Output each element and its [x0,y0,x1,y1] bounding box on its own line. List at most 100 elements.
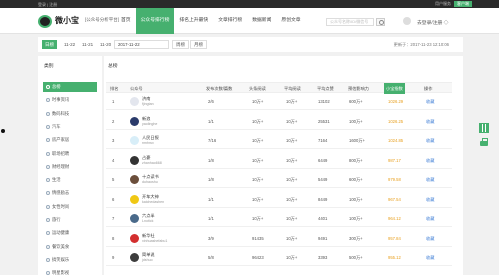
search-icon[interactable] [376,18,385,26]
tab-daily[interactable]: 日榜 [42,40,57,49]
sidebar-item[interactable]: 明星影视 [43,268,97,275]
account-name[interactable]: 简单说 [142,252,155,257]
avg-like-cell: 25531 [318,118,330,124]
sidebar-item[interactable]: 职场招聘 [43,149,97,159]
qrcode-icon[interactable] [479,123,489,133]
sidebar-item-label: 总榜 [52,84,61,89]
week-button[interactable]: 周榜 [172,40,189,49]
favorite-link[interactable]: 收藏 [426,113,434,130]
account-avatar[interactable] [130,175,139,184]
nav-article-rank[interactable]: 文章排行榜 [213,8,247,34]
date-picker[interactable]: 2017-11-22 [114,40,169,49]
favorite-link[interactable]: 收藏 [426,191,434,208]
sidebar-item[interactable]: 餐饮美食 [43,242,97,252]
nav-original[interactable]: 原创文章 [276,8,305,34]
index-cell: 955.12 [388,255,401,260]
account-avatar[interactable] [130,214,139,223]
sidebar-item[interactable]: 总榜 [43,82,97,92]
table-row: 2 1/1 10万+ 10万+ 25531 100万+ 1026.25 收藏 新浪 yaoling… [106,113,452,130]
search-input[interactable]: 公众号名称/ID/微信号 [326,18,374,26]
nav-data-news[interactable]: 数据新闻 [247,8,276,34]
account-avatar[interactable] [130,116,139,126]
tab-date-1122[interactable]: 11-22 [64,40,75,49]
account-id: yaolinghe [142,121,158,126]
reach-cell: 300万+ [349,235,363,241]
sidebar-item[interactable]: 旅行 [43,215,97,225]
account-avatar[interactable] [130,155,139,165]
account-avatar[interactable] [130,233,139,243]
nav-rising[interactable]: 排名上升最快 [174,8,213,34]
account-name[interactable]: 十点读书 [142,174,159,179]
favorite-link[interactable]: 收藏 [426,152,434,169]
favorite-link[interactable]: 收藏 [426,210,434,227]
table-row: 6 1/1 10万+ 10万+ 8449 100万+ 967.54 收藏 开车大神 kaiched… [106,191,452,208]
account-name[interactable]: 占豪 [142,155,150,160]
favorite-link[interactable]: 收藏 [426,249,434,266]
nav-account-rank[interactable]: 公众号排行榜 [135,8,175,34]
table-row: 9 5/8 96423 10万+ 3393 500万+ 955.12 收藏 简单说 jdshuo [106,249,452,266]
favorite-link[interactable]: 收藏 [426,93,434,110]
account-id: fjingtan [142,102,154,106]
account-avatar[interactable] [130,136,139,145]
main-nav: 首页 公众号排行榜 排名上升最快 文章排行榜 数据新闻 原创文章 [116,8,306,34]
sidebar-item[interactable]: 搞笑娱乐 [43,255,97,265]
nav-home[interactable]: 首页 [116,8,136,34]
avg-like-cell: 3393 [318,255,328,260]
filter-bar: 日榜 11-22 11-21 11-20 2017-11-22 周榜 月榜 更新… [38,37,463,52]
tab-date-1121[interactable]: 11-21 [82,40,93,49]
month-button[interactable]: 月榜 [190,40,207,49]
account-name[interactable]: 新浪 [142,116,150,121]
table-row: 3 7/16 10万+ 10万+ 7164 1600万+ 1024.85 收藏 人民日报 rmrb… [106,132,452,149]
sidebar-item[interactable]: 情感励志 [43,188,97,198]
avg-read-cell: 10万+ [286,255,298,260]
brand-subtitle: [公众号分析平台] [85,17,119,22]
panel-title: 总榜 [108,64,118,69]
avg-like-cell: 6449 [318,157,328,163]
sidebar-item[interactable]: 数码科技 [43,109,97,119]
tab-date-1120[interactable]: 11-20 [100,40,111,49]
account-name[interactable]: 新华社 [142,233,155,238]
sidebar-item[interactable]: 运动健康 [43,228,97,238]
print-icon[interactable] [479,138,489,148]
sidebar-item[interactable]: 时事资讯 [43,95,97,105]
posts-cell: 2/6 [208,99,214,104]
avg-read-cell: 10万+ [286,196,298,202]
account-name[interactable]: 济南 [142,96,150,101]
user-service-link[interactable]: 用户服务 [435,1,451,7]
sidebar-item[interactable]: 女性时尚 [43,202,97,212]
category-icon [46,231,50,236]
sidebar-item[interactable]: 房产家居 [43,135,97,145]
index-cell: 967.54 [388,196,401,202]
account-avatar[interactable] [130,194,139,204]
avg-read-cell: 10万+ [286,118,298,124]
account-id: xinhuashefabu1 [142,238,168,243]
logo-icon[interactable] [38,15,52,28]
favorite-link[interactable]: 收藏 [426,230,434,247]
update-time: 更新于：2017-11-23 12:10:06 [393,42,449,47]
top-right-links: 用户服务 客户端 [435,1,472,7]
sidebar-item[interactable]: 生活 [43,175,97,185]
account-name[interactable]: 六点半 [142,213,155,218]
reach-cell: 1600万+ [349,138,365,143]
table-row: 8 3/9 91435 10万+ 9491 300万+ 957.84 收藏 新华社 xinhuas… [106,230,452,247]
account-name[interactable]: 人民日报 [142,135,159,140]
rank-cell: 7 [112,216,115,221]
favorite-link[interactable]: 收藏 [426,171,434,188]
login-link[interactable]: 去登录/注册 ◇ [417,19,448,26]
favorite-link[interactable]: 收藏 [426,132,434,149]
account-avatar[interactable] [130,253,139,262]
account-name[interactable]: 开车大神 [142,194,159,199]
avg-read-cell: 10万+ [286,216,298,221]
sidebar-item[interactable]: 汽车 [43,122,97,132]
posts-cell: 1/1 [208,118,214,124]
brand-name[interactable]: 微小宝 [55,15,79,26]
reach-cell: 800万+ [349,157,363,163]
avg-like-cell: 7164 [318,138,328,143]
sidebar-item[interactable]: 财经理财 [43,162,97,172]
account-avatar[interactable] [130,97,139,106]
user-avatar-icon[interactable] [403,17,411,25]
rank-cell: 1 [112,99,115,104]
posts-cell: 1/8 [208,157,214,163]
table-row: 5 1/8 10万+ 10万+ 5449 600万+ 979.58 收藏 十点读书 duhaosh… [106,171,452,188]
client-button[interactable]: 客户端 [454,1,472,7]
